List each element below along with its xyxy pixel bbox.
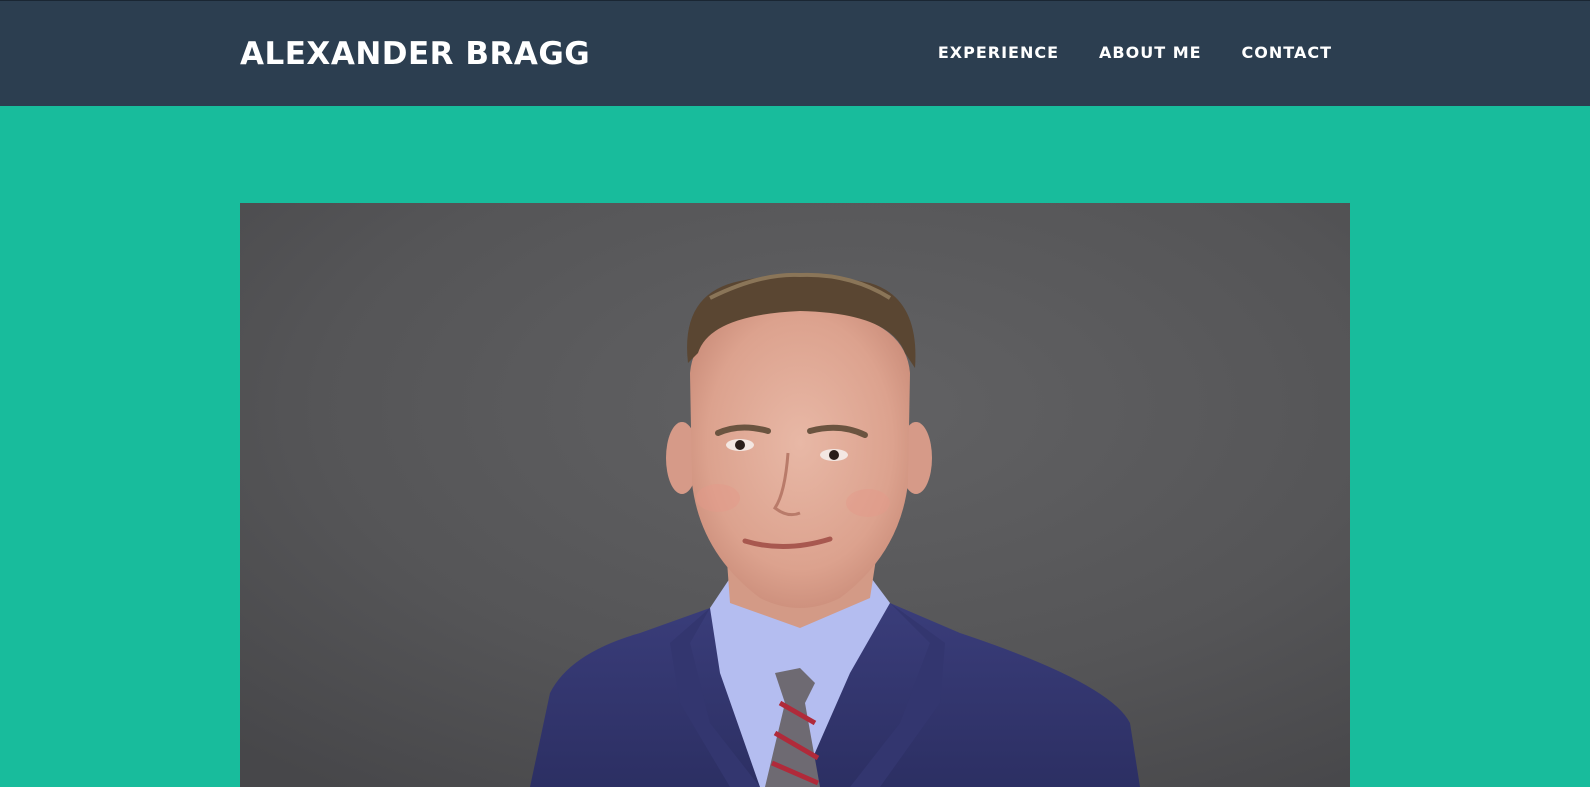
nav-link-about-me[interactable]: ABOUT ME xyxy=(1099,43,1202,63)
nav-links: EXPERIENCE ABOUT ME CONTACT xyxy=(938,43,1332,63)
nav-link-experience[interactable]: EXPERIENCE xyxy=(938,43,1059,63)
nav-link-contact[interactable]: CONTACT xyxy=(1242,43,1332,63)
top-navbar: ALEXANDER BRAGG EXPERIENCE ABOUT ME CONT… xyxy=(0,0,1590,106)
hero-section xyxy=(0,106,1590,787)
brand-logo-link[interactable]: ALEXANDER BRAGG xyxy=(240,35,590,73)
profile-photo xyxy=(240,203,1350,787)
